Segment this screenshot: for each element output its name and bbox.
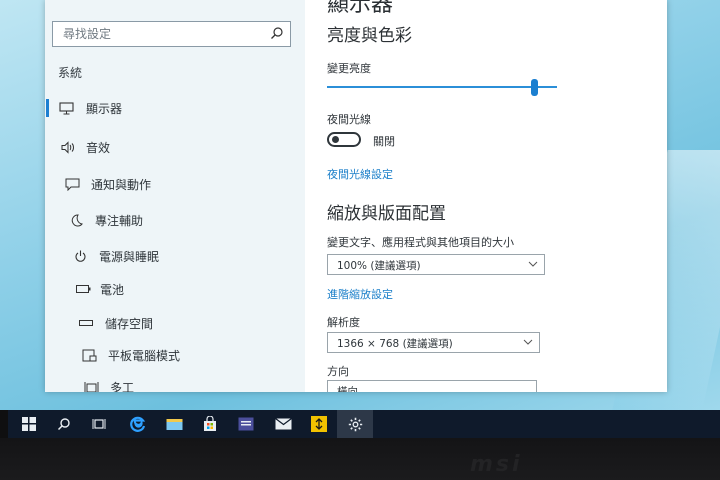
- speaker-icon: [60, 139, 76, 155]
- monitor-icon: [58, 100, 74, 116]
- nav-heading-system: 系統: [58, 66, 83, 80]
- search-icon[interactable]: [270, 26, 284, 40]
- sidebar-item-sound[interactable]: 音效: [45, 132, 305, 162]
- orientation-dropdown-value: 橫向: [337, 386, 358, 392]
- edge-button[interactable]: [120, 410, 156, 438]
- multitask-icon: [83, 379, 99, 392]
- power-icon: [72, 248, 88, 264]
- sidebar-item-label: 專注輔助: [95, 213, 144, 228]
- advanced-scaling-link[interactable]: 進階縮放設定: [327, 286, 393, 302]
- sidebar-item-power-sleep[interactable]: 電源與睡眠: [45, 241, 305, 271]
- chevron-down-icon: [523, 339, 533, 345]
- brand-logo: msi: [470, 452, 523, 477]
- brightness-slider-thumb[interactable]: [530, 79, 538, 96]
- sidebar-item-label: 儲存空間: [105, 316, 154, 331]
- app-icon: [238, 417, 254, 431]
- notification-icon: [64, 176, 80, 192]
- app-yellow-icon: [311, 416, 327, 432]
- orientation-label: 方向: [327, 365, 349, 378]
- search-box[interactable]: [52, 21, 291, 47]
- toggle-knob: [332, 136, 339, 143]
- brightness-slider-track[interactable]: [327, 86, 557, 88]
- sidebar-item-multitasking[interactable]: 多工: [45, 372, 305, 392]
- resolution-dropdown[interactable]: 1366 × 768 (建議選項): [327, 332, 540, 353]
- start-button[interactable]: [11, 410, 47, 438]
- sidebar-item-label: 顯示器: [86, 101, 123, 116]
- sidebar-item-label: 多工: [110, 380, 135, 393]
- sidebar-item-label: 平板電腦模式: [108, 348, 181, 363]
- resolution-dropdown-value: 1366 × 768 (建議選項): [337, 338, 453, 350]
- storage-icon: [78, 315, 94, 331]
- app-yellow-button[interactable]: [301, 410, 337, 438]
- store-button[interactable]: [192, 410, 228, 438]
- brightness-section-title: 亮度與色彩: [327, 26, 412, 46]
- night-light-label: 夜間光線: [327, 113, 371, 126]
- mail-icon: [274, 418, 292, 430]
- settings-nav-pane: 系統 顯示器 音效 通知與動作 專注輔助: [45, 0, 305, 392]
- page-title: 顯示器: [327, 0, 394, 17]
- task-view-icon: [92, 419, 106, 429]
- tablet-icon: [81, 347, 97, 363]
- sidebar-item-battery[interactable]: 電池: [45, 274, 305, 304]
- sidebar-item-storage[interactable]: 儲存空間: [45, 308, 305, 338]
- settings-content-pane: 顯示器 亮度與色彩 變更亮度 夜間光線 關閉 夜間光線設定 縮放與版面配置 變更…: [305, 0, 667, 392]
- scale-dropdown[interactable]: 100% (建議選項): [327, 254, 545, 275]
- scale-label: 變更文字、應用程式與其他項目的大小: [327, 236, 514, 249]
- chevron-down-icon: [528, 261, 538, 267]
- settings-window: 系統 顯示器 音效 通知與動作 專注輔助: [45, 0, 667, 392]
- laptop-bezel: [0, 438, 720, 480]
- scale-section-title: 縮放與版面配置: [327, 204, 446, 224]
- task-view-button[interactable]: [81, 410, 117, 438]
- file-explorer-icon: [166, 419, 182, 430]
- settings-icon: [348, 417, 362, 431]
- mail-button[interactable]: [265, 410, 301, 438]
- sidebar-item-notifications[interactable]: 通知與動作: [45, 169, 305, 199]
- sidebar-item-label: 通知與動作: [91, 177, 152, 192]
- settings-button[interactable]: [337, 410, 373, 438]
- store-icon: [204, 416, 216, 431]
- battery-icon: [75, 281, 91, 297]
- start-icon: [22, 417, 36, 431]
- edge-icon: [130, 416, 146, 432]
- search-input[interactable]: [53, 22, 273, 46]
- sidebar-item-label: 電源與睡眠: [99, 249, 160, 264]
- orientation-dropdown[interactable]: 橫向: [327, 380, 537, 392]
- moon-icon: [68, 212, 84, 228]
- night-light-state: 關閉: [373, 135, 395, 148]
- scale-dropdown-value: 100% (建議選項): [337, 260, 421, 272]
- resolution-label: 解析度: [327, 316, 360, 329]
- sidebar-item-label: 音效: [86, 140, 111, 155]
- sidebar-item-tablet-mode[interactable]: 平板電腦模式: [45, 340, 305, 370]
- search-icon: [57, 418, 70, 431]
- night-light-toggle[interactable]: [327, 132, 361, 147]
- sidebar-item-focus-assist[interactable]: 專注輔助: [45, 205, 305, 235]
- brightness-label: 變更亮度: [327, 62, 371, 75]
- search-button[interactable]: [46, 410, 82, 438]
- night-light-settings-link[interactable]: 夜間光線設定: [327, 166, 393, 182]
- taskbar: [8, 410, 720, 438]
- app-button[interactable]: [228, 410, 264, 438]
- sidebar-item-display[interactable]: 顯示器: [45, 93, 305, 123]
- file-explorer-button[interactable]: [156, 410, 192, 438]
- sidebar-item-label: 電池: [100, 282, 125, 297]
